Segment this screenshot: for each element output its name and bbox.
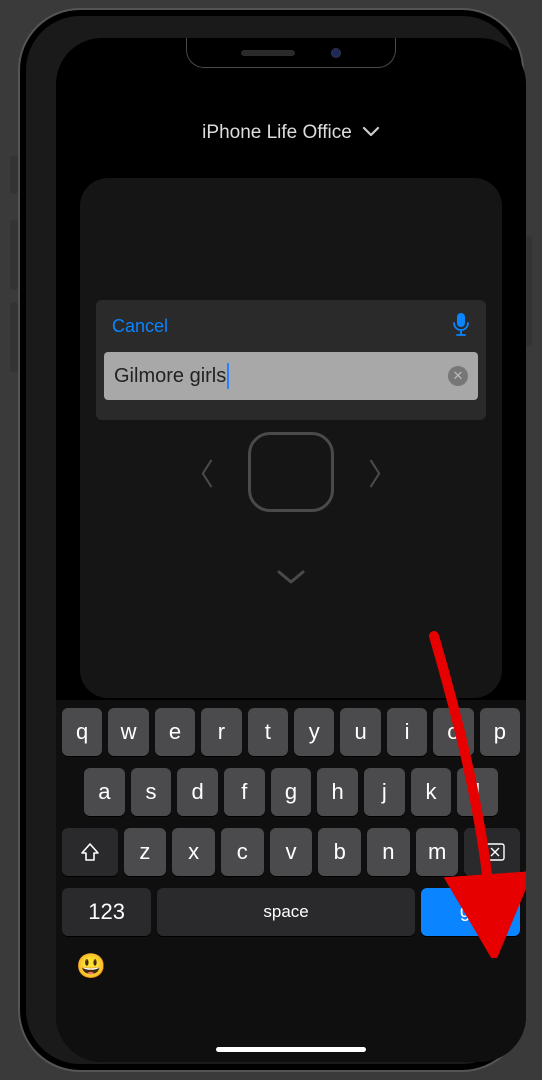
keyboard-row-1: q w e r t y u i o p bbox=[62, 708, 520, 756]
key-b[interactable]: b bbox=[318, 828, 361, 876]
key-k[interactable]: k bbox=[411, 768, 452, 816]
text-caret bbox=[227, 363, 229, 389]
header[interactable]: iPhone Life Office bbox=[56, 108, 526, 158]
shift-key[interactable] bbox=[62, 828, 118, 876]
backspace-key[interactable] bbox=[464, 828, 520, 876]
screen: iPhone Life Office Cancel Gilmore girls … bbox=[56, 38, 526, 1062]
key-e[interactable]: e bbox=[155, 708, 195, 756]
keyboard-bottom-row: 😃 bbox=[62, 948, 520, 985]
key-y[interactable]: y bbox=[294, 708, 334, 756]
key-g[interactable]: g bbox=[271, 768, 312, 816]
front-camera bbox=[331, 48, 341, 58]
speaker bbox=[241, 50, 295, 56]
key-p[interactable]: p bbox=[480, 708, 520, 756]
key-j[interactable]: j bbox=[364, 768, 405, 816]
key-l[interactable]: l bbox=[457, 768, 498, 816]
search-input-value: Gilmore girls bbox=[114, 365, 226, 388]
chevron-left-icon: 〈 bbox=[184, 450, 214, 494]
search-toolbar: Cancel bbox=[96, 300, 486, 352]
dpad-center bbox=[248, 432, 334, 512]
device-frame: iPhone Life Office Cancel Gilmore girls … bbox=[18, 8, 524, 1072]
key-c[interactable]: c bbox=[221, 828, 264, 876]
cancel-button[interactable]: Cancel bbox=[112, 316, 168, 337]
key-m[interactable]: m bbox=[416, 828, 459, 876]
silent-switch bbox=[10, 156, 18, 194]
go-button[interactable]: go bbox=[421, 888, 520, 936]
microphone-icon[interactable] bbox=[452, 312, 470, 341]
keyboard-row-4: 123 space go bbox=[62, 888, 520, 936]
key-a[interactable]: a bbox=[84, 768, 125, 816]
key-n[interactable]: n bbox=[367, 828, 410, 876]
search-input[interactable]: Gilmore girls ✕ bbox=[104, 352, 478, 400]
volume-up-button bbox=[10, 220, 18, 290]
remote-dpad-outline: 〈 〉 bbox=[56, 432, 526, 593]
keyboard: q w e r t y u i o p a s d f g h j k l bbox=[56, 700, 526, 1062]
volume-down-button bbox=[10, 302, 18, 372]
key-d[interactable]: d bbox=[177, 768, 218, 816]
home-indicator[interactable] bbox=[216, 1047, 366, 1052]
key-o[interactable]: o bbox=[433, 708, 473, 756]
search-panel: Cancel Gilmore girls ✕ bbox=[96, 300, 486, 420]
numbers-key[interactable]: 123 bbox=[62, 888, 151, 936]
key-z[interactable]: z bbox=[124, 828, 167, 876]
chevron-down-icon bbox=[275, 562, 307, 593]
header-title: iPhone Life Office bbox=[202, 122, 352, 144]
key-h[interactable]: h bbox=[317, 768, 358, 816]
space-key[interactable]: space bbox=[157, 888, 415, 936]
key-t[interactable]: t bbox=[248, 708, 288, 756]
keyboard-row-2: a s d f g h j k l bbox=[62, 768, 520, 816]
chevron-down-icon bbox=[362, 122, 380, 144]
key-u[interactable]: u bbox=[340, 708, 380, 756]
clear-icon[interactable]: ✕ bbox=[448, 366, 468, 386]
key-f[interactable]: f bbox=[224, 768, 265, 816]
key-w[interactable]: w bbox=[108, 708, 148, 756]
key-v[interactable]: v bbox=[270, 828, 313, 876]
keyboard-row-3: z x c v b n m bbox=[62, 828, 520, 876]
key-q[interactable]: q bbox=[62, 708, 102, 756]
key-s[interactable]: s bbox=[131, 768, 172, 816]
chevron-right-icon: 〉 bbox=[368, 450, 398, 494]
key-i[interactable]: i bbox=[387, 708, 427, 756]
emoji-key[interactable]: 😃 bbox=[76, 953, 106, 980]
key-x[interactable]: x bbox=[172, 828, 215, 876]
notch bbox=[186, 38, 396, 68]
key-r[interactable]: r bbox=[201, 708, 241, 756]
